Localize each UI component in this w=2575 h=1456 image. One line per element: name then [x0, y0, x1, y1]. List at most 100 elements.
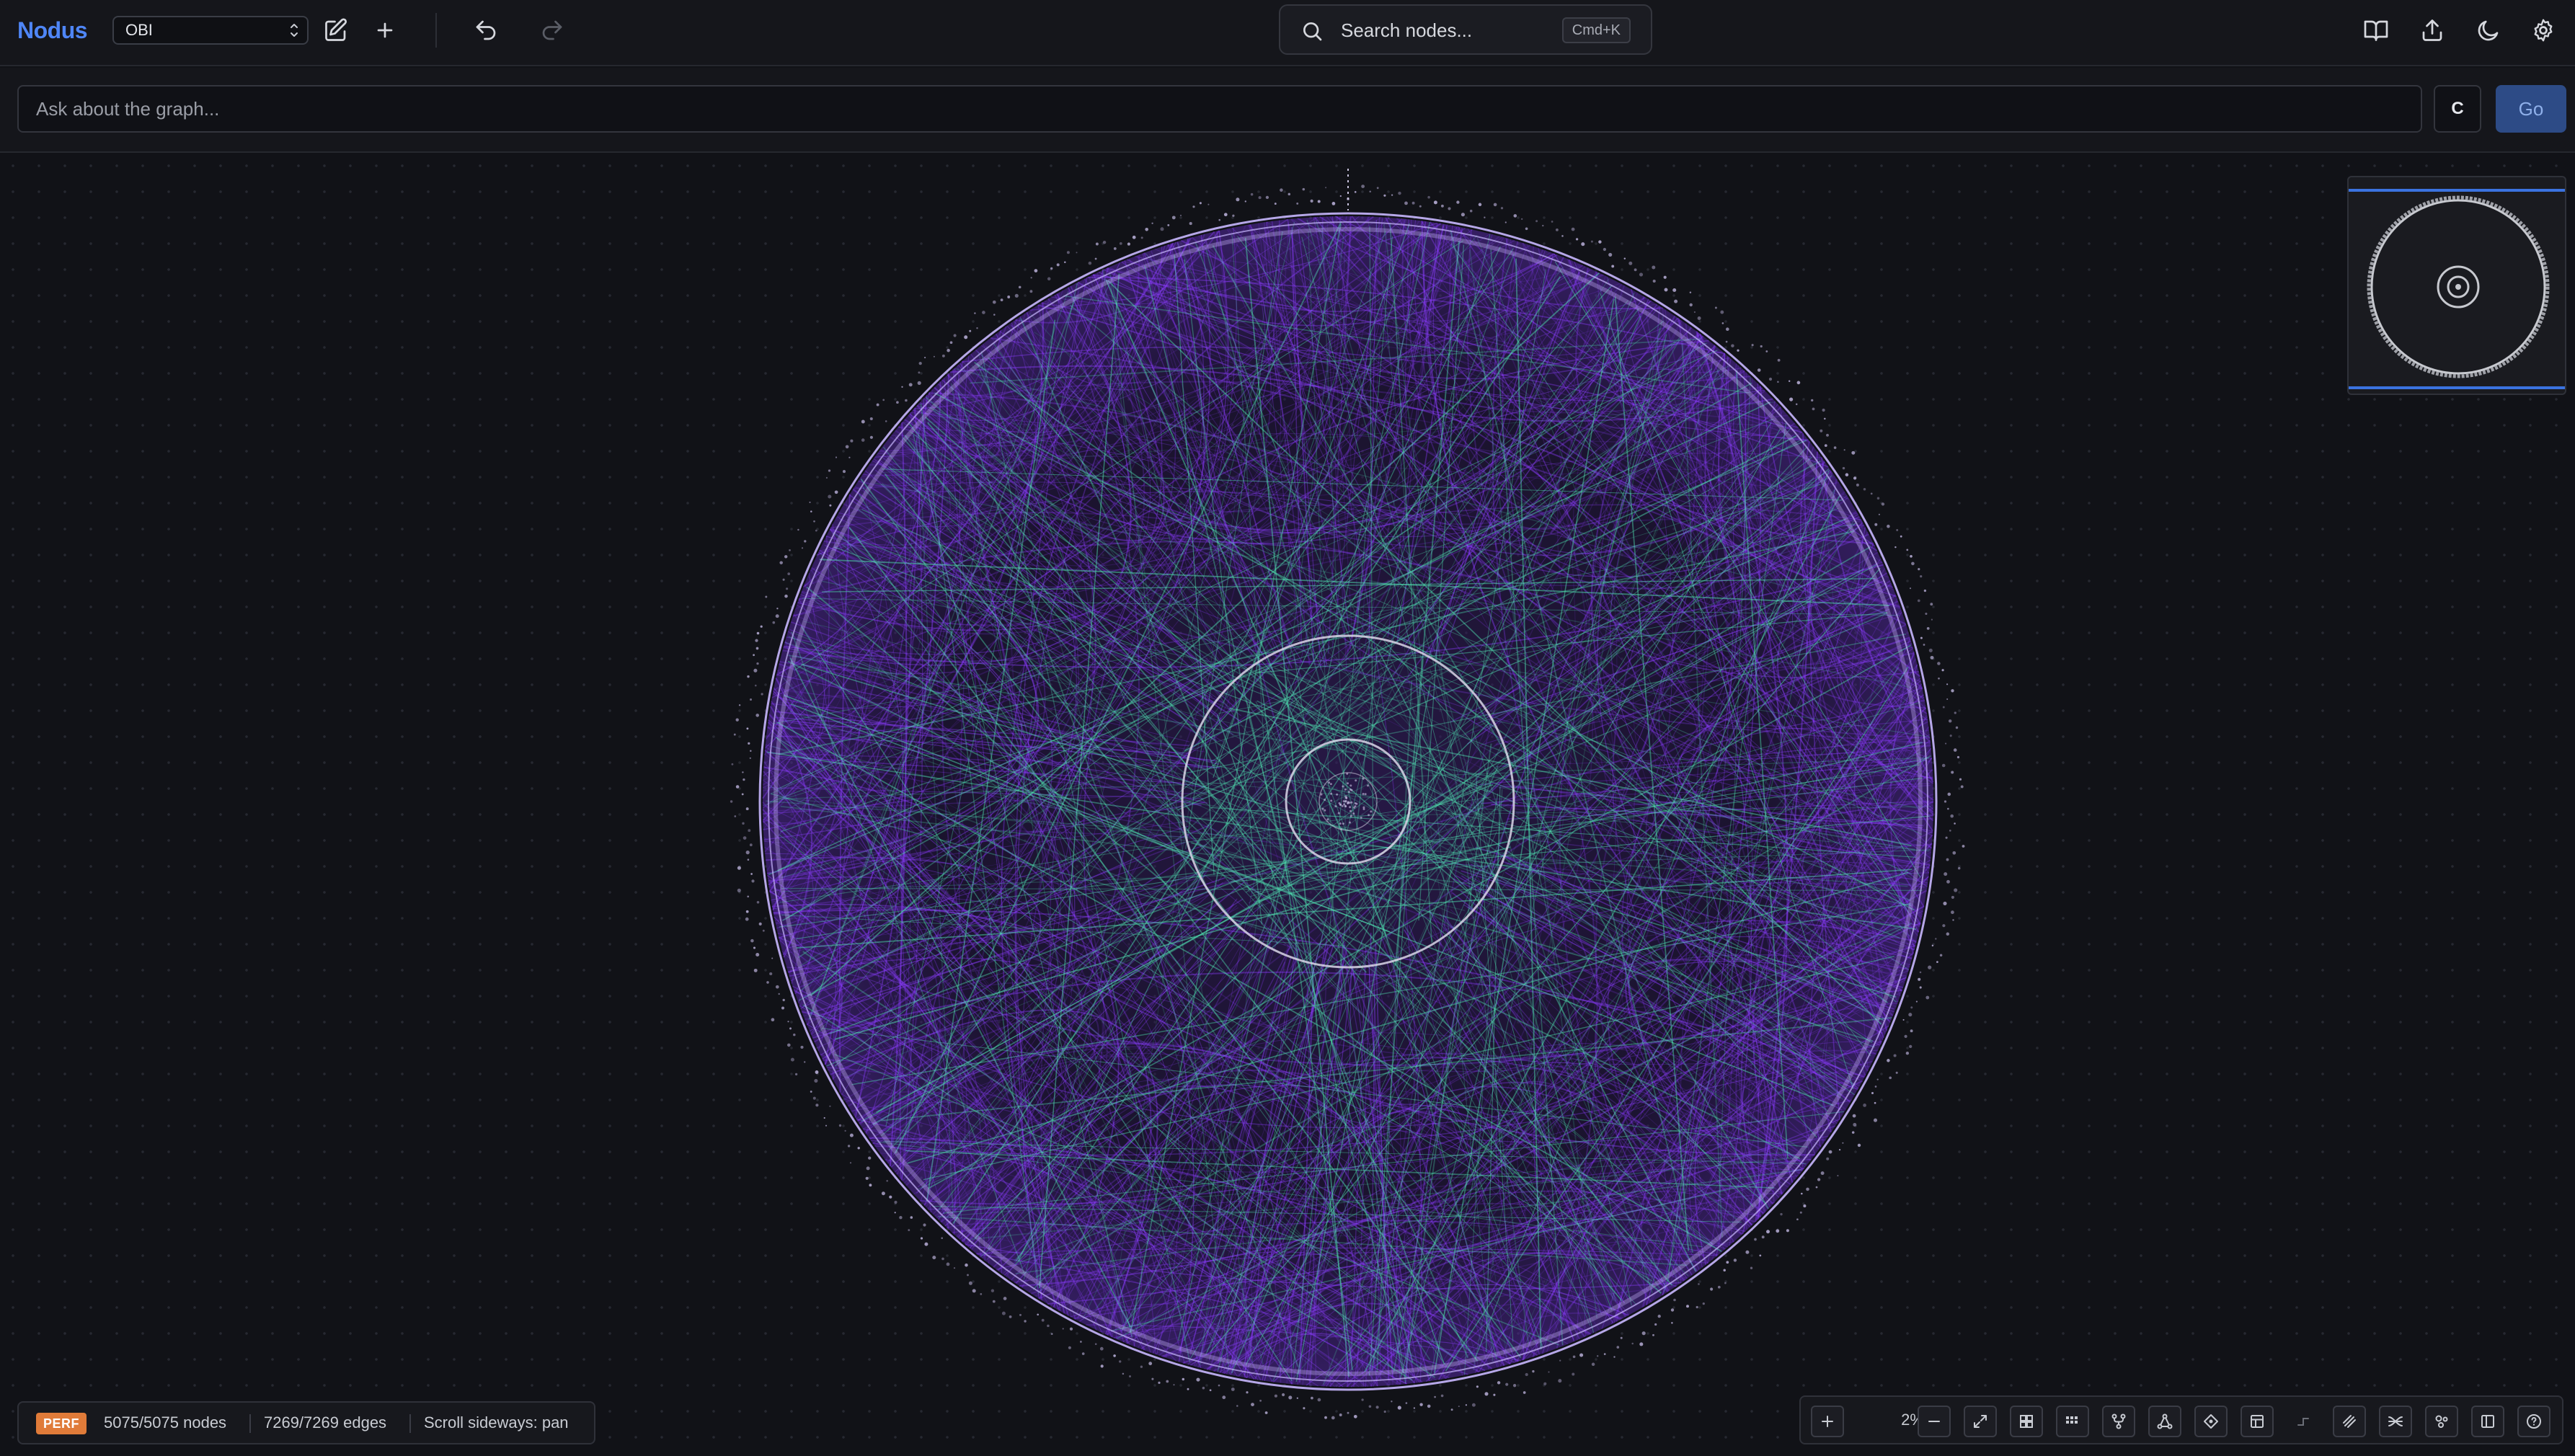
graph-node: [1030, 277, 1032, 279]
graph-node: [1874, 1101, 1876, 1104]
graph-node: [1003, 1297, 1007, 1300]
go-button[interactable]: Go: [2496, 85, 2566, 133]
graph-node: [1244, 200, 1246, 203]
sidebar-toggle-button[interactable]: [2471, 1406, 2504, 1437]
graph-node: [1591, 1362, 1595, 1367]
graph-node: [1344, 805, 1347, 808]
graph-node: [1923, 644, 1925, 646]
scroll-hint: Scroll sideways: pan: [424, 1413, 569, 1431]
graph-node: [1954, 888, 1958, 892]
zoom-out-button[interactable]: [1918, 1406, 1951, 1437]
graph-node: [848, 456, 851, 458]
graph-node: [1919, 971, 1922, 974]
zoom-in-button[interactable]: [1811, 1406, 1844, 1437]
export-icon[interactable]: [2419, 17, 2445, 43]
graph-node: [1689, 303, 1693, 307]
graph-node: [1029, 290, 1033, 293]
c-button[interactable]: C: [2434, 85, 2481, 133]
graph-node: [1265, 195, 1269, 200]
graph-node: [1343, 803, 1346, 806]
grid-layout-button[interactable]: [2010, 1406, 2043, 1437]
graph-node: [869, 435, 873, 439]
bundle-edges-button[interactable]: [2379, 1406, 2412, 1437]
graph-node: [825, 1124, 828, 1127]
graph-node: [1946, 858, 1949, 861]
minimap[interactable]: [2347, 176, 2566, 395]
graph-node: [1246, 1391, 1249, 1394]
graph-node: [801, 547, 804, 549]
graph-node: [1947, 807, 1949, 810]
graph-node: [1951, 689, 1954, 693]
brand-logo[interactable]: Nodus: [17, 13, 88, 48]
graph-node: [793, 1033, 796, 1036]
graph-node: [1776, 1229, 1780, 1233]
graph-node: [1603, 1353, 1606, 1355]
graph-node: [838, 1124, 842, 1127]
fit-view-button[interactable]: [1964, 1406, 1997, 1437]
redo-icon[interactable]: [539, 17, 565, 43]
graph-node: [1639, 1342, 1644, 1346]
moon-icon[interactable]: [2476, 17, 2501, 43]
graph-node: [1346, 772, 1349, 775]
graph-node: [1960, 785, 1964, 789]
graph-node: [1349, 814, 1352, 817]
graph-node: [1843, 449, 1845, 451]
graph-node: [1127, 242, 1130, 246]
graph-node: [1047, 1324, 1050, 1328]
graph-node: [1853, 1122, 1857, 1127]
graph-node: [1160, 227, 1164, 231]
table-view-button[interactable]: [2241, 1406, 2274, 1437]
graph-node: [1815, 1186, 1818, 1189]
plus-icon[interactable]: [372, 17, 398, 43]
graph-node: [1349, 784, 1352, 787]
graph-node: [1925, 612, 1928, 616]
help-button[interactable]: [2517, 1406, 2550, 1437]
graph-node: [1339, 1413, 1342, 1416]
graph-node: [1572, 1372, 1575, 1376]
graph-node: [980, 1293, 983, 1295]
graph-node: [1274, 203, 1277, 205]
graph-node: [1113, 1354, 1116, 1357]
graph-node: [1329, 783, 1332, 786]
graph-node: [1461, 213, 1465, 217]
graph-node: [779, 561, 783, 564]
radial-layout-icon: [2204, 1414, 2218, 1429]
radial-layout-button[interactable]: [2194, 1406, 2228, 1437]
graph-node: [1664, 288, 1668, 292]
perf-badge[interactable]: PERF: [36, 1413, 87, 1434]
graph-node: [750, 873, 753, 875]
edge-route-button[interactable]: [2287, 1406, 2320, 1437]
edit-icon[interactable]: [323, 17, 349, 43]
minimap-graph: [2367, 195, 2550, 378]
ask-input[interactable]: Ask about the graph...: [17, 85, 2422, 133]
book-icon[interactable]: [2363, 17, 2389, 43]
tree-layout-button[interactable]: [2102, 1406, 2135, 1437]
graph-selector[interactable]: OBI: [112, 16, 309, 45]
cluster-button[interactable]: [2425, 1406, 2458, 1437]
graph-node: [1954, 822, 1956, 825]
hierarchy-layout-button[interactable]: [2148, 1406, 2181, 1437]
graph-node: [861, 420, 865, 424]
compact-grid-button[interactable]: [2056, 1406, 2089, 1437]
graph-node: [1623, 257, 1626, 259]
undo-icon[interactable]: [473, 17, 499, 43]
graph-node: [1721, 322, 1724, 324]
graph-node: [1863, 1104, 1866, 1107]
graph-node: [941, 1257, 944, 1261]
graph-node: [1930, 603, 1933, 606]
graph-node: [908, 383, 913, 387]
gear-icon[interactable]: [2530, 17, 2556, 43]
search-nodes-button[interactable]: Search nodes... Cmd+K: [1279, 4, 1652, 55]
graph-node: [1876, 1078, 1879, 1080]
graph-node: [1608, 252, 1613, 257]
graph-node: [1339, 195, 1342, 197]
graph-node: [1355, 779, 1357, 782]
graph-node: [1151, 1377, 1154, 1380]
graph-node: [1302, 187, 1306, 191]
hatch-button[interactable]: [2333, 1406, 2366, 1437]
graph-node: [1777, 358, 1781, 362]
graph-node: [828, 494, 832, 499]
graph-visualization[interactable]: [0, 153, 2575, 1456]
help-icon: [2527, 1414, 2541, 1429]
toolbar-divider: [435, 13, 437, 48]
